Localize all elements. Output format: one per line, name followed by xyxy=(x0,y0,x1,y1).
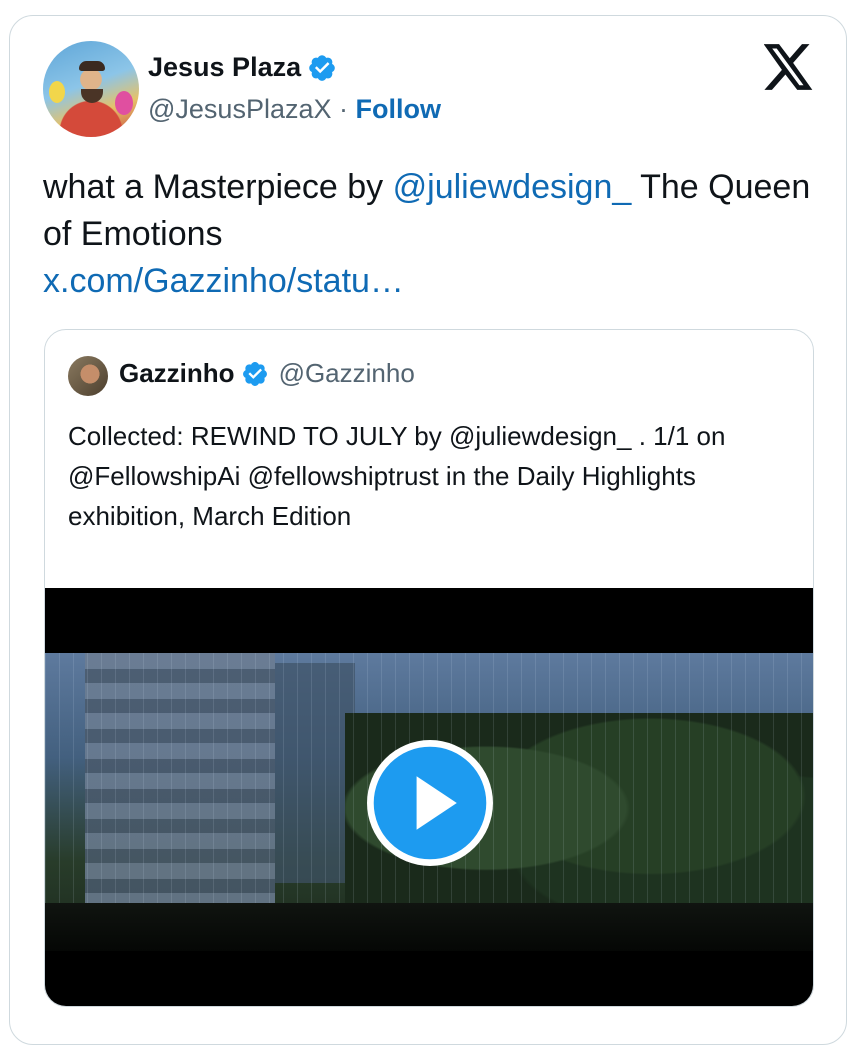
avatar-balloon xyxy=(49,81,65,103)
embedded-tweet-card[interactable]: Jesus Plaza @JesusPlazaX · Follow what a… xyxy=(9,15,847,1045)
quoted-author-avatar[interactable] xyxy=(68,356,108,396)
quoted-tweet[interactable]: Gazzinho @Gazzinho Collected: REWIND TO … xyxy=(44,329,814,1007)
quoted-author-name-text: Gazzinho xyxy=(119,358,235,388)
avatar-hair xyxy=(79,61,105,71)
follow-button[interactable]: Follow xyxy=(356,94,441,124)
thumbnail-window-sill xyxy=(45,903,813,951)
quoted-tweet-text: Collected: REWIND TO JULY by @juliewdesi… xyxy=(68,421,726,531)
author-handle[interactable]: @JesusPlazaX xyxy=(148,94,332,124)
verified-badge-icon xyxy=(242,361,267,386)
verified-badge-icon xyxy=(309,54,335,81)
quoted-author-handle: @Gazzinho xyxy=(278,358,415,388)
video-player[interactable] xyxy=(45,588,813,1006)
author-name-text: Jesus Plaza xyxy=(148,52,302,82)
avatar-beard xyxy=(81,89,103,103)
status-link[interactable]: x.com/Gazzinho/statu… xyxy=(43,262,404,300)
author-avatar[interactable] xyxy=(43,41,139,137)
tweet-text-part: what a Masterpiece by xyxy=(43,168,393,206)
author-handle-line: @JesusPlazaX · Follow xyxy=(148,94,441,125)
tweet-text: what a Masterpiece by @juliewdesign_ The… xyxy=(43,164,823,305)
separator-dot: · xyxy=(339,94,349,124)
author-name[interactable]: Jesus Plaza xyxy=(148,52,337,83)
x-logo-icon[interactable] xyxy=(764,44,814,90)
mention-link[interactable]: @juliewdesign_ xyxy=(393,168,632,206)
avatar-balloon xyxy=(115,91,133,115)
play-icon[interactable] xyxy=(363,736,497,870)
quoted-author-name[interactable]: Gazzinho @Gazzinho xyxy=(119,358,415,389)
